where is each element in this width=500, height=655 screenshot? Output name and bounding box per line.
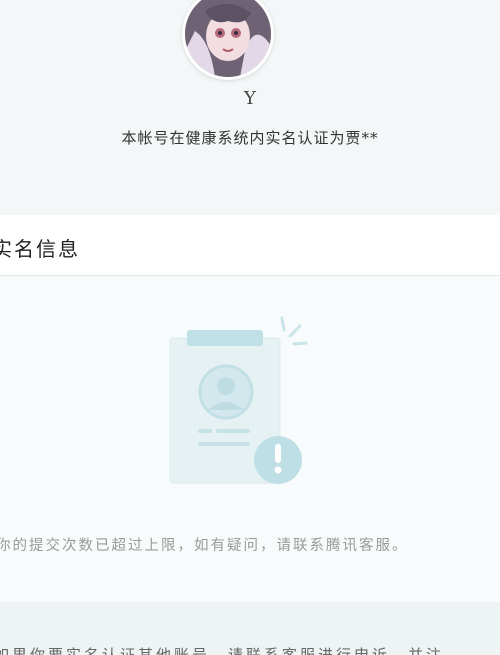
section-title: 实名信息 [0,237,80,261]
avatar[interactable] [182,0,274,80]
real-name-info-header: 实名信息 [0,215,500,276]
empty-state: 你的提交次数已超过上限，如有疑问，请联系腾讯客服。 [0,276,500,602]
avatar-image [185,0,271,77]
id-card-warning-icon [169,316,308,484]
submission-limit-notice: 你的提交次数已超过上限，如有疑问，请联系腾讯客服。 [0,538,409,554]
footer-notice: 如果你要实名认证其他账号，请联系客服进行申诉，并注 [0,602,500,655]
profile-section: Y 本帐号在健康系统内实名认证为贾** [0,0,500,200]
verification-status: 本帐号在健康系统内实名认证为贾** [121,129,379,147]
footer-text: 如果你要实名认证其他账号，请联系客服进行申诉，并注 [0,646,445,655]
nickname: Y [244,88,256,109]
